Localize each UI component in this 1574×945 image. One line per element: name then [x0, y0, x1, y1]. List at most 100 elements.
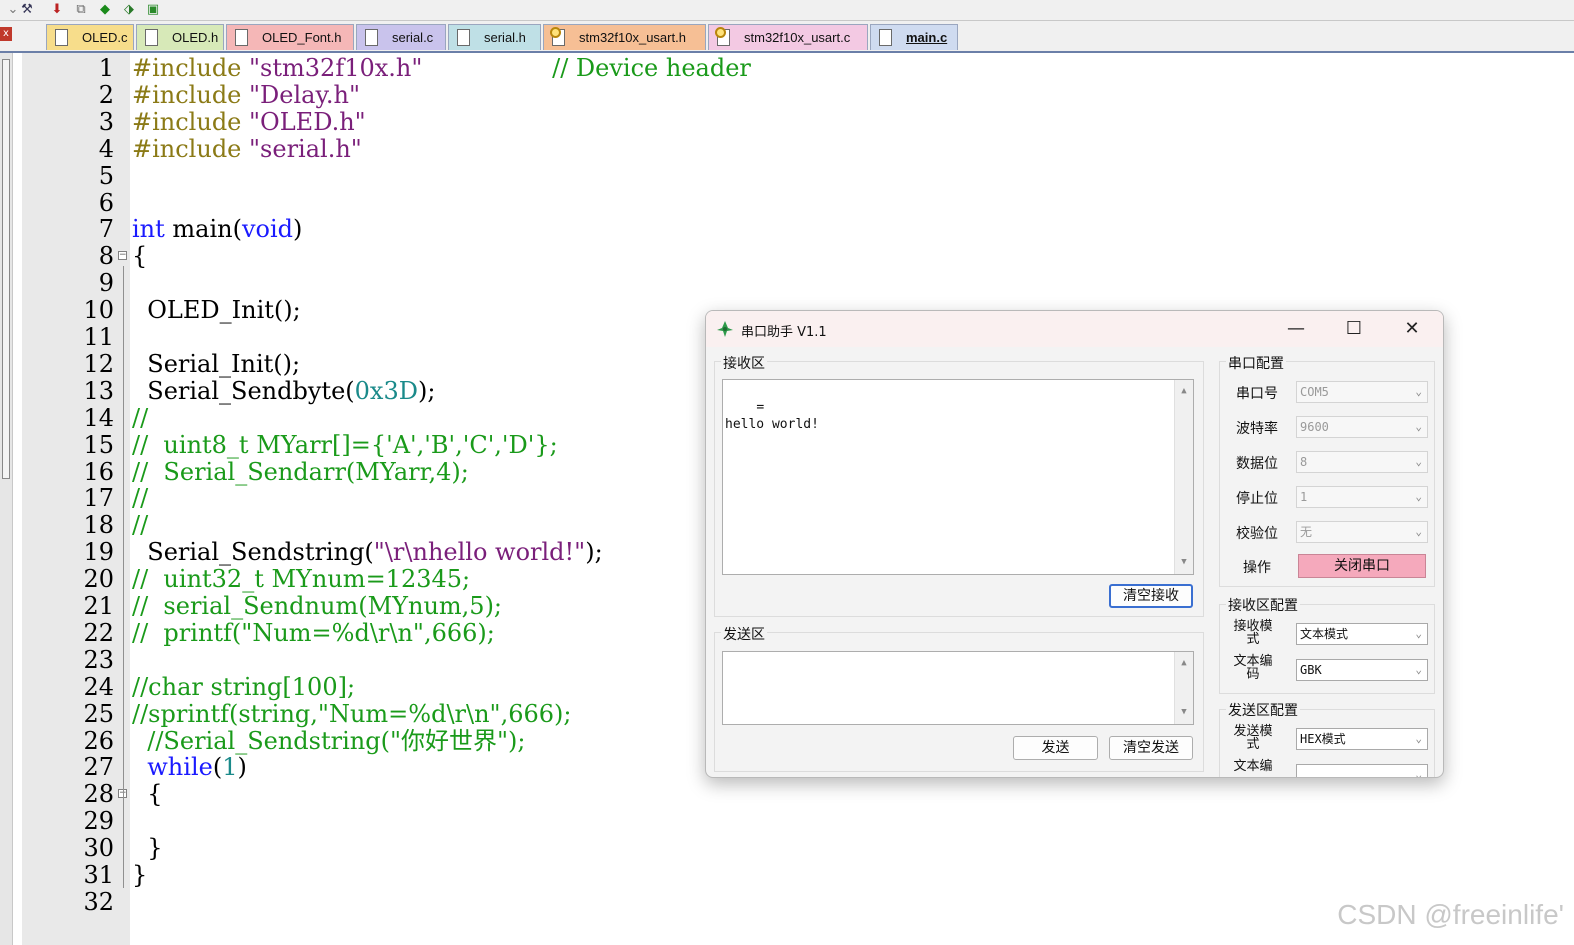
pack-icon[interactable]: ⬗ — [120, 1, 138, 18]
chevron-down-icon: ⌄ — [1415, 385, 1422, 398]
tab-stm32f10x-usart-h[interactable]: stm32f10x_usart.h — [543, 24, 706, 50]
receive-textarea[interactable]: = hello world! ▲ ▼ — [722, 379, 1194, 575]
line-number: 2 — [98, 80, 114, 109]
chevron-down-icon: ⌄ — [1415, 732, 1422, 745]
close-button[interactable]: ✕ — [1389, 315, 1435, 343]
minimize-button[interactable]: — — [1273, 315, 1319, 343]
code-line[interactable]: 9 — [0, 270, 1574, 297]
code-line[interactable]: 30 } — [0, 835, 1574, 862]
line-number: 11 — [83, 323, 114, 351]
tab-stm32f10x-usart-c[interactable]: stm32f10x_usart.c — [708, 24, 868, 50]
code-token: "Delay.h" — [249, 80, 360, 109]
code-text: // — [132, 485, 148, 512]
code-token: OLED_Init(); — [132, 296, 301, 325]
code-text: // — [132, 404, 148, 432]
code-line[interactable]: 7 int main(void) — [0, 216, 1574, 243]
scroll-up-icon[interactable]: ▲ — [1175, 383, 1193, 400]
line-number: 6 — [98, 188, 114, 217]
chevron-down-icon: ⌄ — [1415, 768, 1422, 778]
port-label: 串口号 — [1236, 386, 1278, 402]
receive-mode-label: 接收模式 — [1233, 619, 1273, 647]
code-token: // Serial_Sendarr(MYarr,4); — [132, 457, 469, 486]
file-icon — [457, 29, 470, 46]
send-scrollbar[interactable]: ▲ ▼ — [1174, 652, 1193, 724]
baud-select[interactable]: 9600 ⌄ — [1296, 416, 1428, 438]
code-token: //sprintf(string,"Num=%d\r\n",666); — [132, 699, 572, 728]
code-text: Serial_Init(); — [132, 350, 300, 378]
code-line[interactable]: 5 — [0, 162, 1574, 190]
watermark: CSDN @freeinlife' — [1337, 899, 1564, 930]
stopbits-select[interactable]: 1 ⌄ — [1296, 486, 1428, 508]
tab-serial-h[interactable]: serial.h — [448, 24, 541, 50]
tab-oled-h[interactable]: OLED.h — [136, 24, 224, 50]
code-text: #include "Delay.h" — [132, 80, 360, 109]
load-icon[interactable]: ⬇ — [48, 1, 66, 18]
close-tab-icon[interactable]: x — [0, 27, 12, 41]
title-bar[interactable]: 串口助手 V1.1 — ☐ ✕ — [706, 311, 1443, 347]
code-line[interactable]: 31} — [0, 862, 1574, 889]
databits-label: 数据位 — [1236, 456, 1278, 472]
send-config-title: 发送区配置 — [1226, 700, 1300, 720]
send-button[interactable]: 发送 — [1013, 736, 1098, 760]
code-token: "serial.h" — [249, 134, 362, 163]
line-number: 31 — [83, 861, 114, 889]
line-number: 22 — [83, 618, 114, 647]
receive-group-title: 接收区 — [721, 353, 767, 373]
maximize-button[interactable]: ☐ — [1331, 315, 1377, 343]
scroll-down-icon[interactable]: ▼ — [1175, 554, 1193, 571]
code-line[interactable]: 4 #include "serial.h" — [0, 134, 1574, 163]
copy-icon[interactable]: ⧉ — [72, 1, 90, 18]
diamond-icon[interactable]: ◆ — [96, 1, 114, 18]
receive-mode-select[interactable]: 文本模式 ⌄ — [1296, 623, 1428, 645]
port-select[interactable]: COM5 ⌄ — [1296, 381, 1428, 403]
send-encoding-select[interactable]: ⌄ — [1296, 764, 1428, 778]
databits-select[interactable]: 8 ⌄ — [1296, 451, 1428, 473]
line-number: 15 — [83, 430, 114, 459]
line-number: 19 — [83, 538, 114, 567]
line-number: 4 — [98, 134, 114, 163]
fold-toggle-icon[interactable]: − — [118, 251, 127, 261]
receive-scrollbar[interactable]: ▲ ▼ — [1174, 380, 1193, 574]
clear-receive-button[interactable]: 清空接收 — [1109, 584, 1193, 608]
tab-serial-c[interactable]: serial.c — [356, 24, 446, 50]
line-number: 20 — [83, 565, 114, 594]
code-line[interactable]: 29 — [0, 808, 1574, 835]
scroll-up-icon[interactable]: ▲ — [1175, 655, 1193, 672]
tab-oled-font-h[interactable]: OLED_Font.h — [226, 24, 354, 50]
file-icon — [365, 29, 378, 46]
green-box-icon[interactable]: ▣ — [144, 1, 162, 18]
code-line[interactable]: 3 #include "OLED.h" — [0, 107, 1574, 136]
code-token: #include — [132, 107, 250, 136]
tab-oled-c[interactable]: OLED.c — [46, 24, 134, 50]
send-textarea[interactable]: ▲ ▼ — [722, 651, 1194, 725]
code-token: void — [241, 215, 294, 244]
chevron-down-icon: ⌄ — [1415, 663, 1422, 676]
code-line[interactable]: 6 — [0, 188, 1574, 217]
code-token: #include — [132, 80, 250, 109]
line-number: 3 — [98, 107, 114, 136]
tab-main-c[interactable]: main.c — [870, 24, 958, 50]
key-file-icon — [715, 27, 730, 46]
code-line[interactable]: 28− { — [0, 781, 1574, 808]
code-text: } — [132, 862, 147, 889]
code-token: "stm32f10x.h" — [249, 54, 423, 82]
code-line[interactable]: 8−{ — [0, 243, 1574, 270]
close-port-button[interactable]: 关闭串口 — [1298, 554, 1426, 578]
receive-encoding-select[interactable]: GBK ⌄ — [1296, 659, 1428, 681]
scroll-down-icon[interactable]: ▼ — [1175, 704, 1193, 721]
code-line[interactable]: 1 #include "stm32f10x.h" // Device header — [0, 55, 1574, 82]
tools-icon[interactable]: ⚒ — [18, 1, 36, 18]
clear-send-button[interactable]: 清空发送 — [1109, 736, 1193, 760]
key-file-icon — [550, 27, 565, 46]
line-number: 1 — [98, 54, 114, 82]
parity-select[interactable]: 无 ⌄ — [1296, 521, 1428, 543]
code-text: #include "serial.h" — [132, 134, 362, 163]
send-group-title: 发送区 — [721, 624, 767, 644]
parity-label: 校验位 — [1236, 526, 1278, 542]
code-token: ); — [417, 376, 436, 405]
line-number: 7 — [98, 215, 114, 244]
send-mode-select[interactable]: HEX模式 ⌄ — [1296, 728, 1428, 750]
line-number: 32 — [83, 887, 114, 916]
code-token: ) — [293, 215, 303, 244]
code-line[interactable]: 2 #include "Delay.h" — [0, 80, 1574, 109]
